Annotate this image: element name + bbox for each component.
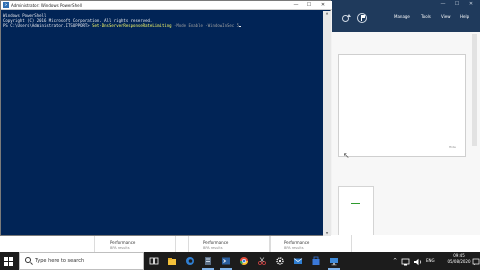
- scroll-up-arrow-icon[interactable]: ▲: [324, 11, 330, 16]
- dashboard-scrollbar[interactable]: [472, 34, 477, 146]
- search-handle-icon: [30, 262, 33, 265]
- maximize-button[interactable]: ☐: [304, 1, 314, 10]
- powershell-title: Administrator: Windows PowerShell: [11, 3, 82, 8]
- bpa-results-label[interactable]: BPA results: [203, 246, 223, 250]
- console-output[interactable]: Windows PowerShell Copyright (C) 2016 Mic…: [3, 13, 325, 28]
- clock-date: 05/08/2020: [447, 259, 471, 264]
- file-explorer-icon[interactable]: [167, 256, 177, 266]
- menu-view[interactable]: View: [441, 14, 451, 19]
- powershell-icon: >: [3, 2, 9, 8]
- performance-label[interactable]: Performance: [284, 240, 309, 245]
- text-cursor: [239, 26, 242, 27]
- server-group-tile[interactable]: [270, 235, 352, 252]
- desktop: 10.40.xx 3RDLAB [C1-5317] — ☐ ✕ Manage T…: [0, 0, 480, 270]
- flag-cloth-icon: [362, 15, 365, 18]
- bpa-results-label[interactable]: BPA results: [284, 246, 304, 250]
- welcome-card: [338, 54, 466, 157]
- powershell-taskbar-icon[interactable]: [221, 256, 231, 266]
- search-placeholder: Type here to search: [35, 258, 85, 264]
- tray-overflow-chevron-icon[interactable]: ^: [393, 258, 397, 264]
- snipping-tool-icon[interactable]: [257, 256, 267, 266]
- notification-center-icon[interactable]: [472, 257, 480, 267]
- menu-manage[interactable]: Manage: [394, 14, 410, 19]
- server-manager-toolbar: [332, 9, 480, 32]
- menu-help[interactable]: Help: [460, 14, 469, 19]
- store-icon[interactable]: [311, 256, 321, 266]
- server-manager-close-button[interactable]: ✕: [464, 0, 478, 9]
- console-parameters: -Mode Enable -WindowInSec 5: [171, 23, 240, 28]
- language-indicator[interactable]: ENG: [426, 258, 435, 264]
- windows-start-icon[interactable]: [4, 257, 13, 266]
- server-group-tile[interactable]: [188, 235, 270, 252]
- minimize-button[interactable]: —: [291, 1, 301, 10]
- close-button[interactable]: ✕: [318, 1, 328, 10]
- remote-desktop-icon[interactable]: [329, 256, 339, 266]
- console-command: Set-DnsServerResponseRateLimiting: [92, 23, 172, 28]
- mouse-cursor-icon: ↖: [343, 151, 350, 160]
- hide-link[interactable]: Hide: [449, 145, 456, 149]
- bpa-results-label[interactable]: BPA results: [110, 246, 130, 250]
- edge-icon[interactable]: [185, 256, 195, 266]
- server-manager-minimize-button[interactable]: —: [436, 0, 450, 9]
- scroll-down-arrow-icon[interactable]: ▼: [324, 231, 330, 236]
- refresh-arrow-icon: [347, 14, 351, 17]
- console-scrollbar[interactable]: [323, 11, 331, 236]
- server-manager-maximize-button[interactable]: ☐: [450, 0, 464, 9]
- menu-tools[interactable]: Tools: [421, 14, 431, 19]
- chrome-icon[interactable]: [239, 256, 249, 266]
- powershell-window[interactable]: > Administrator: Windows PowerShell — ☐ …: [0, 0, 332, 236]
- volume-icon[interactable]: [413, 257, 423, 267]
- taskbar-clock[interactable]: 09:45 05/08/2020: [442, 253, 476, 265]
- taskbar-search-input[interactable]: Type here to search: [19, 252, 144, 270]
- status-ok-bar: [351, 203, 360, 204]
- role-tile[interactable]: [338, 186, 374, 238]
- network-icon[interactable]: [401, 257, 411, 267]
- settings-gear-icon[interactable]: [275, 256, 285, 266]
- performance-label[interactable]: Performance: [110, 240, 135, 245]
- console-prompt: PS C:\Users\Administrator.ITSUPPORT>: [3, 23, 93, 28]
- powershell-titlebar[interactable]: > Administrator: Windows PowerShell — ☐ …: [1, 1, 332, 10]
- task-view-icon[interactable]: [149, 256, 159, 266]
- mail-icon[interactable]: [293, 256, 303, 266]
- performance-label[interactable]: Performance: [203, 240, 228, 245]
- server-manager-icon[interactable]: [203, 256, 213, 266]
- console-input-line[interactable]: PS C:\Users\Administrator.ITSUPPORT> Set…: [3, 23, 325, 28]
